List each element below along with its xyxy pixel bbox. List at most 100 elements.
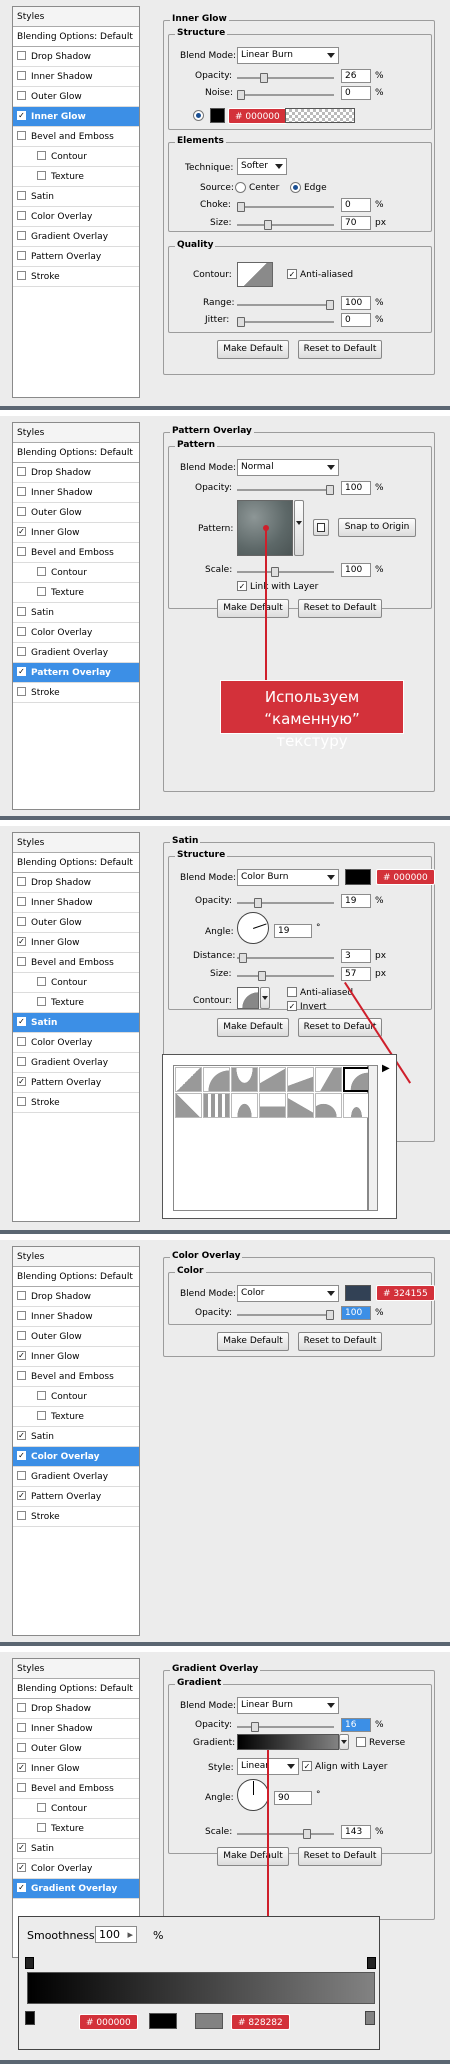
checkbox[interactable]: ✓ xyxy=(17,1863,26,1872)
opacity-input[interactable]: 16 xyxy=(341,1718,371,1732)
checkbox[interactable]: ✓ xyxy=(17,1431,26,1440)
style-item-texture[interactable]: Texture xyxy=(13,1819,139,1839)
style-item-inner-glow[interactable]: ✓ Inner Glow xyxy=(13,933,139,953)
style-item-outer-glow[interactable]: Outer Glow xyxy=(13,1739,139,1759)
style-item-bevel-emboss[interactable]: Bevel and Emboss xyxy=(13,127,139,147)
contour-preset[interactable] xyxy=(175,1093,202,1118)
opacity-input[interactable]: 19 xyxy=(341,894,371,908)
style-item-satin[interactable]: Satin xyxy=(13,187,139,207)
checkbox[interactable] xyxy=(17,1511,26,1520)
noise-input[interactable]: 0 xyxy=(341,86,371,100)
style-item-gradient-overlay[interactable]: Gradient Overlay xyxy=(13,1053,139,1073)
style-item-outer-glow[interactable]: Outer Glow xyxy=(13,87,139,107)
opacity-slider[interactable] xyxy=(237,485,335,495)
checkbox[interactable] xyxy=(17,1291,26,1300)
style-item-texture[interactable]: Texture xyxy=(13,583,139,603)
opacity-slider[interactable] xyxy=(237,1722,334,1732)
opacity-input[interactable]: 26 xyxy=(341,69,371,83)
blend-mode-select[interactable]: Normal xyxy=(237,459,339,476)
checkbox[interactable] xyxy=(17,1783,26,1792)
blending-options-item[interactable]: Blending Options: Default xyxy=(13,443,139,463)
style-item-gradient-overlay[interactable]: Gradient Overlay xyxy=(13,1467,139,1487)
angle-dial[interactable] xyxy=(237,1779,269,1811)
style-item-drop-shadow[interactable]: Drop Shadow xyxy=(13,1699,139,1719)
checkbox[interactable] xyxy=(37,587,46,596)
checkbox[interactable] xyxy=(17,547,26,556)
style-item-contour[interactable]: Contour xyxy=(13,1387,139,1407)
snap-to-origin-button[interactable]: Snap to Origin xyxy=(338,518,416,537)
style-item-texture[interactable]: Texture xyxy=(13,1407,139,1427)
style-item-pattern-overlay[interactable]: Pattern Overlay xyxy=(13,247,139,267)
style-item-inner-glow[interactable]: ✓ Inner Glow xyxy=(13,523,139,543)
checkbox[interactable] xyxy=(17,1097,26,1106)
new-preset-button[interactable] xyxy=(313,519,329,536)
style-item-satin[interactable]: Satin xyxy=(13,603,139,623)
edge-radio[interactable] xyxy=(290,182,301,193)
checkbox[interactable] xyxy=(17,627,26,636)
checkbox[interactable]: ✓ xyxy=(17,667,26,676)
angle-dial[interactable] xyxy=(237,912,269,944)
checkbox[interactable] xyxy=(17,1471,26,1480)
checkbox[interactable] xyxy=(17,1311,26,1320)
contour-preset[interactable] xyxy=(259,1093,286,1118)
make-default-button[interactable]: Make Default xyxy=(217,1847,289,1866)
scale-input[interactable]: 100 xyxy=(341,563,371,577)
checkbox[interactable]: ✓ xyxy=(17,937,26,946)
style-item-drop-shadow[interactable]: Drop Shadow xyxy=(13,873,139,893)
style-item-inner-glow[interactable]: ✓ Inner Glow xyxy=(13,107,139,127)
technique-select[interactable]: Softer xyxy=(237,158,287,175)
checkbox[interactable] xyxy=(17,897,26,906)
checkbox[interactable] xyxy=(17,131,26,140)
size-input[interactable]: 57 xyxy=(341,967,371,981)
checkbox[interactable] xyxy=(17,647,26,656)
reset-to-default-button[interactable]: Reset to Default xyxy=(298,340,382,359)
color-radio[interactable] xyxy=(193,110,204,121)
style-item-contour[interactable]: Contour xyxy=(13,563,139,583)
style-item-stroke[interactable]: Stroke xyxy=(13,267,139,287)
style-item-bevel-emboss[interactable]: Bevel and Emboss xyxy=(13,1367,139,1387)
scale-slider[interactable] xyxy=(237,1829,334,1839)
style-item-gradient-overlay[interactable]: ✓ Gradient Overlay xyxy=(13,1879,139,1899)
reset-to-default-button[interactable]: Reset to Default xyxy=(298,599,382,618)
make-default-button[interactable]: Make Default xyxy=(217,340,289,359)
opacity-input[interactable]: 100 xyxy=(341,481,371,495)
reverse-checkbox[interactable] xyxy=(356,1737,366,1747)
glow-color-swatch[interactable] xyxy=(210,108,225,123)
style-item-outer-glow[interactable]: Outer Glow xyxy=(13,1327,139,1347)
style-item-bevel-emboss[interactable]: Bevel and Emboss xyxy=(13,1779,139,1799)
style-item-texture[interactable]: Texture xyxy=(13,993,139,1013)
style-item-contour[interactable]: Contour xyxy=(13,973,139,993)
contour-preset[interactable] xyxy=(175,1067,202,1092)
choke-slider[interactable] xyxy=(237,202,334,212)
stop-right-swatch[interactable] xyxy=(195,2013,223,2029)
link-with-layer-checkbox[interactable]: ✓ xyxy=(237,581,247,591)
style-item-inner-shadow[interactable]: Inner Shadow xyxy=(13,483,139,503)
checkbox[interactable] xyxy=(37,1803,46,1812)
style-item-inner-glow[interactable]: ✓ Inner Glow xyxy=(13,1347,139,1367)
opacity-slider[interactable] xyxy=(237,898,334,908)
style-item-outer-glow[interactable]: Outer Glow xyxy=(13,913,139,933)
style-item-inner-shadow[interactable]: Inner Shadow xyxy=(13,1307,139,1327)
contour-thumbnail[interactable] xyxy=(237,987,259,1009)
style-item-inner-shadow[interactable]: Inner Shadow xyxy=(13,893,139,913)
style-item-drop-shadow[interactable]: Drop Shadow xyxy=(13,463,139,483)
stepper-arrow-icon[interactable]: ▸ xyxy=(127,1927,133,1942)
checkbox[interactable]: ✓ xyxy=(17,1491,26,1500)
contour-preset[interactable] xyxy=(315,1093,342,1118)
gradient-swatch[interactable] xyxy=(285,108,355,123)
checkbox[interactable] xyxy=(17,1371,26,1380)
blending-options-item[interactable]: Blending Options: Default xyxy=(13,27,139,47)
style-item-contour[interactable]: Contour xyxy=(13,1799,139,1819)
angle-input[interactable]: 19 xyxy=(274,924,312,938)
angle-input[interactable]: 90 xyxy=(274,1791,312,1805)
style-item-drop-shadow[interactable]: Drop Shadow xyxy=(13,47,139,67)
contour-preset[interactable] xyxy=(259,1067,286,1092)
contour-thumbnail[interactable] xyxy=(237,262,273,287)
checkbox[interactable] xyxy=(17,71,26,80)
scale-slider[interactable] xyxy=(237,567,334,577)
checkbox[interactable] xyxy=(17,957,26,966)
checkbox[interactable]: ✓ xyxy=(17,1017,26,1026)
checkbox[interactable]: ✓ xyxy=(17,1451,26,1460)
checkbox[interactable] xyxy=(17,1331,26,1340)
satin-color-swatch[interactable] xyxy=(345,869,371,885)
